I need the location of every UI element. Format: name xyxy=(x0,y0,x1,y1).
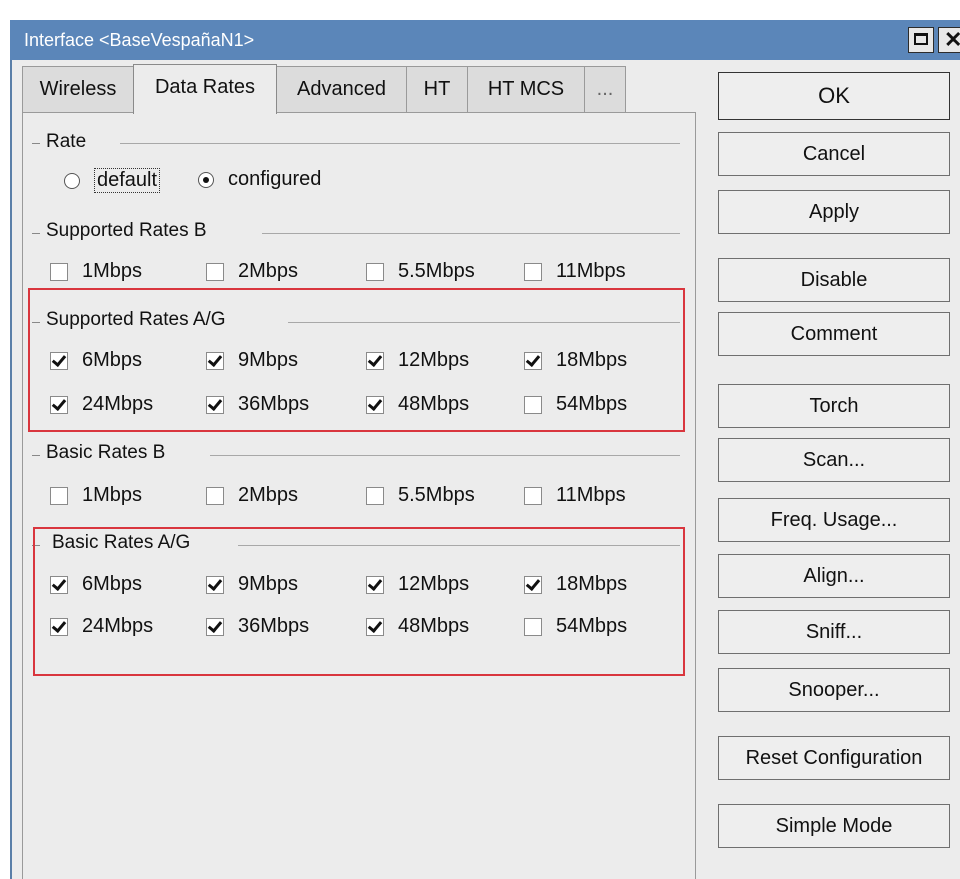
tab-label: ... xyxy=(596,78,614,100)
checkbox-label: 2Mbps xyxy=(238,484,299,506)
supported-b-5-5mbps[interactable]: 5.5Mbps xyxy=(366,260,475,283)
checkbox[interactable] xyxy=(524,262,542,281)
close-icon: ✕ xyxy=(944,27,960,52)
basic-rates-b-heading: Basic Rates B xyxy=(46,442,172,464)
tab-more[interactable]: ... xyxy=(584,66,626,112)
apply-button[interactable]: Apply xyxy=(718,190,950,234)
checkbox-label: 11Mbps xyxy=(556,484,626,506)
torch-button[interactable]: Torch xyxy=(718,384,950,428)
group-rule xyxy=(210,455,680,456)
tab-wireless[interactable]: Wireless xyxy=(22,66,134,112)
supported-rates-b-heading: Supported Rates B xyxy=(46,220,213,242)
basic-b-1mbps[interactable]: 1Mbps xyxy=(50,484,142,507)
title-bar[interactable]: Interface <BaseVespañaN1> ✕ xyxy=(10,20,960,60)
tab-ht[interactable]: HT xyxy=(406,66,468,112)
checkbox-label: 1Mbps xyxy=(82,260,143,282)
cancel-button[interactable]: Cancel xyxy=(718,132,950,176)
tab-label: HT MCS xyxy=(487,78,565,100)
radio-configured[interactable]: configured xyxy=(198,168,321,191)
basic-b-11mbps[interactable]: 11Mbps xyxy=(524,484,626,507)
group-dash xyxy=(32,233,40,234)
checkbox[interactable] xyxy=(50,486,68,505)
tab-label: Data Rates xyxy=(154,76,256,98)
rate-heading: Rate xyxy=(46,131,93,153)
checkbox[interactable] xyxy=(524,486,542,505)
group-dash xyxy=(32,143,40,144)
group-rule xyxy=(262,233,680,234)
tab-data-rates[interactable]: Data Rates xyxy=(133,64,277,114)
radio-configured-label: configured xyxy=(228,168,322,190)
tab-label: Wireless xyxy=(39,78,117,100)
ok-button[interactable]: OK xyxy=(718,72,950,120)
group-rule xyxy=(120,143,680,144)
highlight-box xyxy=(33,527,685,676)
supported-b-1mbps[interactable]: 1Mbps xyxy=(50,260,142,283)
align-button[interactable]: Align... xyxy=(718,554,950,598)
simple-mode-button[interactable]: Simple Mode xyxy=(718,804,950,848)
reset-configuration-button[interactable]: Reset Configuration xyxy=(718,736,950,780)
tab-label: Advanced xyxy=(297,78,386,100)
tab-label: HT xyxy=(423,78,451,100)
checkbox-label: 5.5Mbps xyxy=(398,260,475,282)
highlight-box xyxy=(28,288,685,432)
snooper-button[interactable]: Snooper... xyxy=(718,668,950,712)
disable-button[interactable]: Disable xyxy=(718,258,950,302)
checkbox[interactable] xyxy=(206,262,224,281)
radio-default[interactable]: default xyxy=(64,168,161,193)
checkbox[interactable] xyxy=(366,262,384,281)
comment-button[interactable]: Comment xyxy=(718,312,950,356)
checkbox-label: 1Mbps xyxy=(82,484,143,506)
radio-default-label: default xyxy=(94,168,161,193)
scan-button[interactable]: Scan... xyxy=(718,438,950,482)
checkbox-label: 5.5Mbps xyxy=(398,484,475,506)
group-dash xyxy=(32,455,40,456)
checkbox[interactable] xyxy=(50,262,68,281)
sniff-button[interactable]: Sniff... xyxy=(718,610,950,654)
checkbox-label: 11Mbps xyxy=(556,260,626,282)
checkbox[interactable] xyxy=(366,486,384,505)
checkbox[interactable] xyxy=(206,486,224,505)
basic-b-5-5mbps[interactable]: 5.5Mbps xyxy=(366,484,475,507)
freq-usage-button[interactable]: Freq. Usage... xyxy=(718,498,950,542)
maximize-icon xyxy=(914,33,928,45)
maximize-button[interactable] xyxy=(908,27,934,53)
radio-default-dot[interactable] xyxy=(64,172,80,189)
basic-b-2mbps[interactable]: 2Mbps xyxy=(206,484,298,507)
window-title: Interface <BaseVespañaN1> xyxy=(24,30,255,50)
radio-configured-dot[interactable] xyxy=(198,171,214,188)
supported-b-2mbps[interactable]: 2Mbps xyxy=(206,260,298,283)
tab-ht-mcs[interactable]: HT MCS xyxy=(467,66,585,112)
checkbox-label: 2Mbps xyxy=(238,260,299,282)
tab-advanced[interactable]: Advanced xyxy=(276,66,407,112)
close-button[interactable]: ✕ xyxy=(938,27,960,53)
supported-b-11mbps[interactable]: 11Mbps xyxy=(524,260,626,283)
